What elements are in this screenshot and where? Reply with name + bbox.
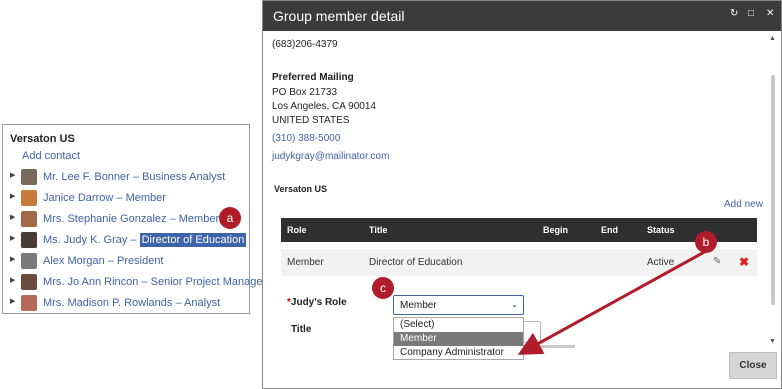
contact-item[interactable]: ▶ Alex Morgan – President [8,253,246,271]
avatar [21,211,37,227]
contacts-panel: Versaton US Add contact ▶ Mr. Lee F. Bon… [2,124,266,314]
contact-item[interactable]: ▶ Ms. Judy K. Gray – Director of Educati… [8,232,247,250]
expand-arrow-icon[interactable]: ▶ [10,255,15,263]
contact-role[interactable]: Analyst [184,297,220,309]
grid-header: Role Title Begin End Status [281,218,757,242]
dialog-header: Group member detail ↻ □ ✕ [263,1,781,31]
cell-title: Director of Education [369,257,463,268]
avatar [21,274,37,290]
email-link[interactable]: judykgray@mailinator.com [272,151,389,162]
add-contact-link[interactable]: Add contact [22,150,80,162]
refresh-icon[interactable]: ↻ [730,8,738,19]
org-label: Versaton US [274,184,328,194]
contact-name[interactable]: Mrs. Stephanie Gonzalez [43,213,167,225]
contact-item[interactable]: ▶ Janice Darrow – Member [8,190,246,208]
role-dropdown-list[interactable]: (Select) Member Company Administrator [393,317,524,360]
preferred-mailing-label: Preferred Mailing [272,72,354,83]
expand-arrow-icon[interactable]: ▶ [10,234,15,242]
expand-arrow-icon[interactable]: ▶ [10,297,15,305]
avatar [21,190,37,206]
contact-role[interactable]: Member [126,192,166,204]
scroll-indicator [525,345,575,348]
contact-role[interactable]: President [117,255,163,267]
title-label: Title [291,324,312,335]
table-row[interactable]: Member Director of Education Active ✎ ✖ [281,249,757,276]
contact-item[interactable]: ▶ Mrs. Stephanie Gonzalez – Member [8,211,246,229]
contact-item[interactable]: ▶ Mr. Lee F. Bonner – Business Analyst [8,169,246,187]
close-button[interactable]: Close [729,352,777,379]
contact-name[interactable]: Mr. Lee F. Bonner [43,171,130,183]
option-member[interactable]: Member [394,332,523,346]
contact-name[interactable]: Mrs. Jo Ann Rincon [43,276,138,288]
role-select[interactable]: Member ⌄ [393,295,524,315]
cell-status: Active [647,257,675,268]
org-name: Versaton US [10,133,75,145]
avatar [21,169,37,185]
expand-arrow-icon[interactable]: ▶ [10,171,15,179]
col-role[interactable]: Role [287,225,307,235]
contact-name[interactable]: Ms. Judy K. Gray [43,234,127,246]
scrollbar[interactable]: ▲ ▼ [768,35,778,345]
delete-icon[interactable]: ✖ [739,255,749,269]
expand-arrow-icon[interactable]: ▶ [10,192,15,200]
close-icon[interactable]: ✕ [766,8,774,19]
maximize-icon[interactable]: □ [748,8,754,19]
contact-item[interactable]: ▶ Mrs. Madison P. Rowlands – Analyst [8,295,246,313]
scroll-down-icon[interactable]: ▼ [769,338,776,345]
cell-role: Member [287,257,324,268]
annotation-badge-a: a [219,207,241,229]
avatar [21,232,37,248]
contact-name[interactable]: Mrs. Madison P. Rowlands [43,297,172,309]
address-line1: PO Box 21733 [272,87,338,98]
chevron-down-icon: ⌄ [511,300,518,309]
contact-role[interactable]: Senior Project Manager [151,276,267,288]
avatar [21,295,37,311]
address-line3: UNITED STATES [272,115,350,126]
contact-role[interactable]: Member [179,213,219,225]
annotation-badge-c: c [372,277,394,299]
expand-arrow-icon[interactable]: ▶ [10,276,15,284]
col-title[interactable]: Title [369,225,387,235]
scroll-up-icon[interactable]: ▲ [769,35,776,42]
phone-top: (683)206-4379 [272,39,338,50]
role-select-value: Member [400,300,437,311]
role-label: *Judy's Role [287,297,347,308]
edit-pencil-icon[interactable]: ✎ [713,256,721,267]
dialog-title: Group member detail [273,8,405,24]
contact-item[interactable]: ▶ Mrs. Jo Ann Rincon – Senior Project Ma… [8,274,266,292]
group-member-detail-dialog: Group member detail ↻ □ ✕ ▲ ▼ (683)206-4… [262,0,782,389]
expand-arrow-icon[interactable]: ▶ [10,213,15,221]
contact-name[interactable]: Janice Darrow [43,192,113,204]
col-end[interactable]: End [601,225,618,235]
avatar [21,253,37,269]
contact-name[interactable]: Alex Morgan [43,255,105,267]
scroll-thumb[interactable] [771,75,775,305]
option-company-administrator[interactable]: Company Administrator [394,346,523,360]
col-begin[interactable]: Begin [543,225,568,235]
col-status[interactable]: Status [647,225,675,235]
add-new-link[interactable]: Add new [724,199,763,210]
option-select[interactable]: (Select) [394,318,523,332]
address-line2: Los Angeles, CA 90014 [272,101,376,112]
contact-role-selected[interactable]: Director of Education [139,233,247,247]
contact-role[interactable]: Business Analyst [142,171,225,183]
annotation-badge-b: b [695,231,717,253]
phone-link[interactable]: (310) 388-5000 [272,133,340,144]
